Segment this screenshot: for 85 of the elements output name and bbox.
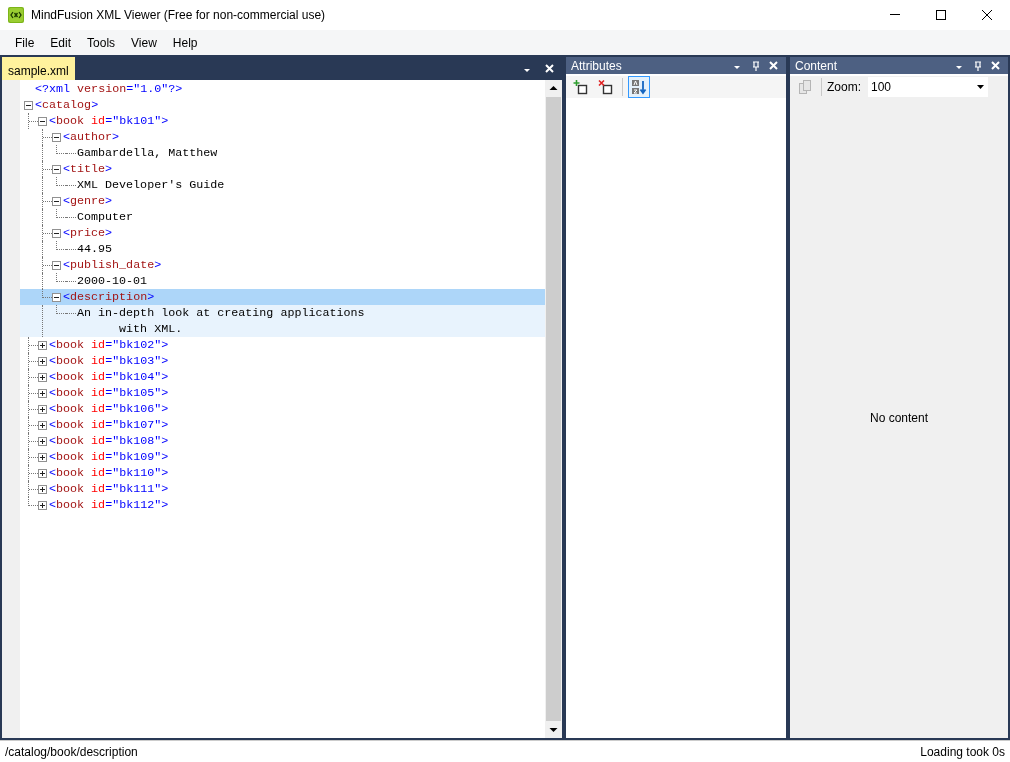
tree-row[interactable]: <book id="bk108"> <box>20 433 545 449</box>
dropdown-caret-icon <box>977 85 984 89</box>
maximize-icon[interactable] <box>935 9 947 21</box>
expand-icon[interactable] <box>38 437 47 446</box>
element-tag-label: <catalog> <box>35 97 99 113</box>
text-value-label: XML Developer's Guide <box>77 177 225 193</box>
expand-icon[interactable] <box>38 341 47 350</box>
element-tag-label: <book id="bk103"> <box>49 353 169 369</box>
text-value-label: An in-depth look at creating applications with XML. <box>77 305 365 337</box>
element-tag-label: <author> <box>63 129 120 145</box>
element-tag-label: <book id="bk112"> <box>49 497 169 513</box>
tree-row[interactable]: <book id="bk107"> <box>20 417 545 433</box>
tree-row[interactable]: <price> <box>20 225 545 241</box>
tree-row[interactable]: <catalog> <box>20 97 545 113</box>
text-value-label: Computer <box>77 209 134 225</box>
collapse-icon[interactable] <box>52 165 61 174</box>
element-tag-label: <book id="bk104"> <box>49 369 169 385</box>
text-value-label: 2000-10-01 <box>77 273 148 289</box>
expand-icon[interactable] <box>38 405 47 414</box>
vertical-scrollbar[interactable] <box>545 80 562 738</box>
menu-item[interactable]: Help <box>164 31 206 54</box>
element-tag-label: <description> <box>63 289 155 305</box>
scrollbar-thumb[interactable] <box>546 97 561 721</box>
expand-icon[interactable] <box>38 453 47 462</box>
element-tag-label: <book id="bk101"> <box>49 113 169 129</box>
expand-icon[interactable] <box>38 469 47 478</box>
close-icon[interactable] <box>981 9 993 21</box>
menu-item[interactable]: Tools <box>79 31 124 54</box>
tree-row[interactable]: <author> <box>20 129 545 145</box>
collapse-icon[interactable] <box>52 197 61 206</box>
collapse-icon[interactable] <box>52 133 61 142</box>
tree-row[interactable]: <publish_date> <box>20 257 545 273</box>
tree-row[interactable]: <book id="bk106"> <box>20 401 545 417</box>
expand-icon[interactable] <box>38 389 47 398</box>
tree-row[interactable]: <book id="bk102"> <box>20 337 545 353</box>
sort-button[interactable] <box>628 76 650 98</box>
expand-icon[interactable] <box>38 421 47 430</box>
text-value-label: 44.95 <box>77 241 113 257</box>
expand-icon[interactable] <box>38 485 47 494</box>
status-message: Loading took 0s <box>920 743 1005 761</box>
xml-declaration-label: <?xml version="1.0"?> <box>35 81 183 97</box>
expand-icon[interactable] <box>38 357 47 366</box>
tree-row[interactable]: <book id="bk103"> <box>20 353 545 369</box>
element-tag-label: <book id="bk105"> <box>49 385 169 401</box>
collapse-icon[interactable] <box>52 261 61 270</box>
element-tag-label: <book id="bk106"> <box>49 401 169 417</box>
tree-row[interactable]: <genre> <box>20 193 545 209</box>
panel-title: Attributes <box>571 57 623 75</box>
element-tag-label: <price> <box>63 225 113 241</box>
collapse-icon[interactable] <box>38 117 47 126</box>
menu-item[interactable]: File <box>7 31 43 54</box>
expand-icon[interactable] <box>38 501 47 510</box>
collapse-icon[interactable] <box>52 293 61 302</box>
tree-row[interactable]: <title> <box>20 161 545 177</box>
element-tag-label: <book id="bk110"> <box>49 465 169 481</box>
tree-row[interactable]: <book id="bk112"> <box>20 497 545 513</box>
panel-title: Content <box>795 57 839 75</box>
menu-item[interactable]: View <box>123 31 165 54</box>
tree-row[interactable]: <book id="bk105"> <box>20 385 545 401</box>
status-path: /catalog/book/description <box>5 743 138 761</box>
tree-row[interactable]: <description> <box>20 289 545 305</box>
app-icon <box>8 7 24 23</box>
zoom-dropdown[interactable]: 100 <box>868 77 988 97</box>
text-value-label: Gambardella, Matthew <box>77 145 218 161</box>
element-tag-label: <book id="bk109"> <box>49 449 169 465</box>
element-tag-label: <title> <box>63 161 113 177</box>
element-tag-label: <genre> <box>63 193 113 209</box>
collapse-icon[interactable] <box>24 101 33 110</box>
element-tag-label: <publish_date> <box>63 257 162 273</box>
zoom-label: Zoom: <box>827 79 861 96</box>
menu-item[interactable]: Edit <box>42 31 80 54</box>
element-tag-label: <book id="bk111"> <box>49 481 169 497</box>
tree-row[interactable]: <book id="bk109"> <box>20 449 545 465</box>
document-tab[interactable]: sample.xml <box>2 57 75 80</box>
expand-icon[interactable] <box>38 373 47 382</box>
element-tag-label: <book id="bk102"> <box>49 337 169 353</box>
tree-row[interactable]: <book id="bk104"> <box>20 369 545 385</box>
tree-row[interactable]: <book id="bk111"> <box>20 481 545 497</box>
element-tag-label: <book id="bk108"> <box>49 433 169 449</box>
window-title: MindFusion XML Viewer (Free for non-commercial use) <box>31 7 327 24</box>
element-tag-label: <book id="bk107"> <box>49 417 169 433</box>
tree-row[interactable]: <book id="bk101"> <box>20 113 545 129</box>
tree-row[interactable]: <book id="bk110"> <box>20 465 545 481</box>
empty-message: No content <box>869 410 928 427</box>
collapse-icon[interactable] <box>52 229 61 238</box>
